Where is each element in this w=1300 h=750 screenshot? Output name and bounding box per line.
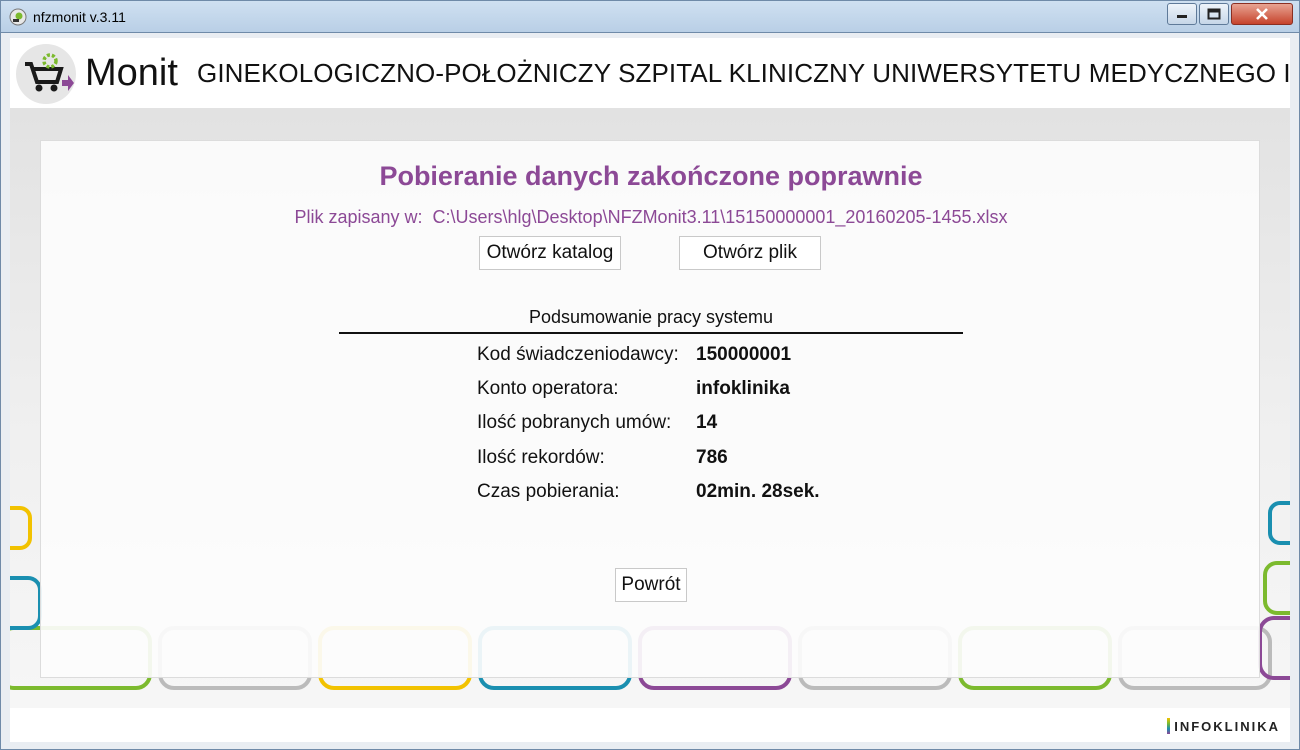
summary-label: Kod świadczeniodawcy: bbox=[477, 344, 679, 365]
result-panel: Pobieranie danych zakończone poprawnie P… bbox=[40, 140, 1260, 678]
brand-name: Monit bbox=[85, 52, 178, 94]
summary-row-download-time: Czas pobierania: 02min. 28sek. bbox=[477, 481, 977, 507]
summary-value: 786 bbox=[696, 447, 728, 468]
close-button[interactable] bbox=[1231, 3, 1293, 25]
app-footer: INFOKLINIKA bbox=[10, 708, 1290, 742]
vendor-logo: INFOKLINIKA bbox=[1167, 718, 1280, 734]
client-area: Monit GINEKOLOGICZNO-POŁOŻNICZY SZPITAL … bbox=[10, 38, 1290, 742]
minimize-icon bbox=[1177, 15, 1187, 18]
summary-value: 14 bbox=[696, 412, 718, 433]
summary-label: Konto operatora: bbox=[477, 378, 619, 399]
vendor-logo-bar-icon bbox=[1167, 718, 1171, 734]
cart-gear-icon bbox=[25, 53, 74, 92]
status-headline: Pobieranie danych zakończone poprawnie bbox=[379, 161, 923, 191]
summary-value: 02min. 28sek. bbox=[696, 481, 820, 502]
summary-value: infoklinika bbox=[696, 378, 790, 399]
summary-title: Podsumowanie pracy systemu bbox=[528, 307, 774, 327]
summary-label: Ilość rekordów: bbox=[477, 447, 605, 468]
saved-file-path: C:\Users\hlg\Desktop\NFZMonit3.11\151500… bbox=[432, 207, 1008, 227]
summary-label: Czas pobierania: bbox=[477, 481, 620, 502]
summary-row-provider-code: Kod świadczeniodawcy: 150000001 bbox=[477, 344, 977, 370]
summary-value: 150000001 bbox=[696, 344, 792, 365]
app-header: Monit GINEKOLOGICZNO-POŁOŻNICZY SZPITAL … bbox=[10, 38, 1290, 108]
maximize-button[interactable] bbox=[1199, 3, 1229, 25]
app-icon bbox=[9, 8, 27, 26]
maximize-icon bbox=[1207, 8, 1221, 20]
logo bbox=[16, 44, 76, 104]
summary-row-records-count: Ilość rekordów: 786 bbox=[477, 447, 977, 473]
vendor-name: INFOKLINIKA bbox=[1174, 719, 1280, 734]
back-button[interactable]: Powrót bbox=[615, 568, 687, 602]
open-file-button[interactable]: Otwórz plik bbox=[679, 236, 821, 270]
window-titlebar[interactable]: nfzmonit v.3.11 bbox=[0, 0, 1300, 32]
summary-label: Ilość pobranych umów: bbox=[477, 412, 672, 433]
window-title: nfzmonit v.3.11 bbox=[33, 9, 126, 25]
summary-divider bbox=[339, 332, 963, 334]
hospital-name: GINEKOLOGICZNO-POŁOŻNICZY SZPITAL KLINIC… bbox=[197, 58, 1290, 88]
summary-row-operator-account: Konto operatora: infoklinika bbox=[477, 378, 977, 404]
close-icon bbox=[1256, 8, 1268, 20]
saved-file-info: Plik zapisany w: C:\Users\hlg\Desktop\NFZ… bbox=[41, 207, 1261, 228]
minimize-button[interactable] bbox=[1167, 3, 1197, 25]
summary-row-contracts-count: Ilość pobranych umów: 14 bbox=[477, 412, 977, 438]
open-directory-button[interactable]: Otwórz katalog bbox=[479, 236, 621, 270]
saved-file-label: Plik zapisany w: bbox=[294, 207, 423, 227]
